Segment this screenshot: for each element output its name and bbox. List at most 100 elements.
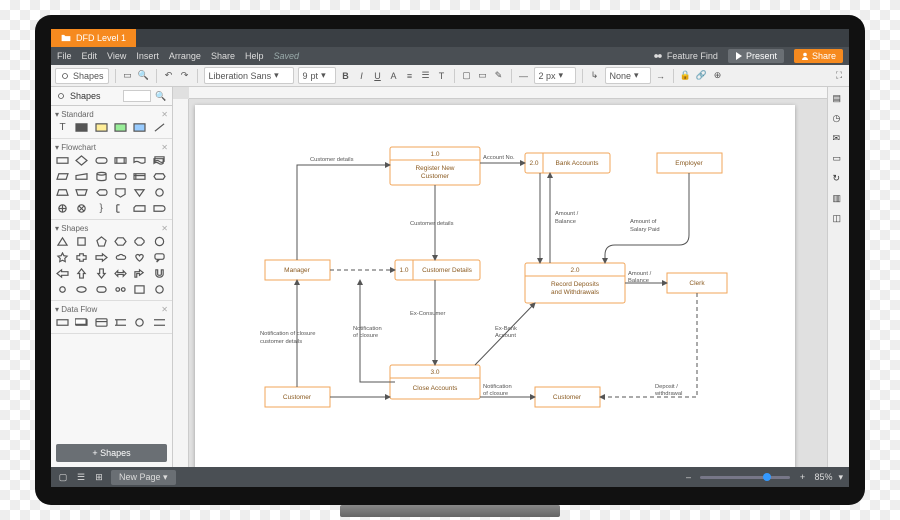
- page[interactable]: 1.0 Register New Customer 1.0 Customer D…: [195, 105, 795, 467]
- doc-icon[interactable]: ▢: [57, 471, 69, 483]
- font-select[interactable]: Liberation Sans ▾: [204, 67, 294, 84]
- shape-note-green[interactable]: [113, 121, 128, 134]
- flow-dashed[interactable]: [600, 293, 697, 397]
- shape-leftarrow[interactable]: [55, 267, 70, 280]
- shape-df-datastore[interactable]: [113, 316, 128, 329]
- arrow-style-select[interactable]: None ▾: [605, 67, 651, 84]
- chevron-down-icon[interactable]: ▾: [838, 472, 843, 483]
- magnet-icon[interactable]: ⊕: [712, 70, 724, 82]
- diagram[interactable]: 1.0 Register New Customer 1.0 Customer D…: [195, 105, 795, 467]
- shape-doublearrow[interactable]: [113, 267, 128, 280]
- search-icon[interactable]: 🔍: [155, 90, 167, 102]
- shape-trap[interactable]: [55, 186, 70, 199]
- shape-more5[interactable]: [132, 283, 147, 296]
- shape-line[interactable]: [152, 121, 167, 134]
- close-icon[interactable]: ✕: [161, 110, 168, 119]
- panel-master-icon[interactable]: ◫: [833, 213, 845, 225]
- process-register[interactable]: 1.0 Register New Customer: [390, 147, 480, 185]
- shape-bend[interactable]: [132, 267, 147, 280]
- zoom-slider[interactable]: [700, 476, 790, 479]
- connector-icon[interactable]: ↳: [589, 70, 601, 82]
- valign-icon[interactable]: ☰: [420, 70, 432, 82]
- shape-rightarrow[interactable]: [94, 251, 109, 264]
- italic-button[interactable]: I: [356, 70, 368, 82]
- shape-hex[interactable]: [152, 170, 167, 183]
- undo-icon[interactable]: ↶: [163, 70, 175, 82]
- panel-layers-icon[interactable]: ▥: [833, 193, 845, 205]
- flow[interactable]: [297, 165, 390, 260]
- shape-input[interactable]: [74, 170, 89, 183]
- shape-document[interactable]: [132, 154, 147, 167]
- shape-note2[interactable]: [113, 202, 128, 215]
- shape-directdata[interactable]: [113, 170, 128, 183]
- shape-ushape[interactable]: [152, 267, 167, 280]
- close-icon[interactable]: ✕: [161, 305, 168, 314]
- shape-multidoc[interactable]: [152, 154, 167, 167]
- shape-text[interactable]: T: [55, 121, 70, 134]
- border-width-select[interactable]: 2 px ▾: [534, 67, 576, 84]
- share-button[interactable]: Share: [794, 49, 843, 63]
- menu-view[interactable]: View: [107, 51, 126, 61]
- zoom-out-icon[interactable]: –: [682, 471, 694, 483]
- shape-offpage[interactable]: [113, 186, 128, 199]
- group-flowchart-label[interactable]: Flowchart: [61, 143, 96, 152]
- shape-merge[interactable]: [132, 186, 147, 199]
- shape-triangle[interactable]: [55, 235, 70, 248]
- shape-delay[interactable]: [152, 202, 167, 215]
- present-button[interactable]: Present: [728, 49, 784, 63]
- panel-style-icon[interactable]: ▤: [833, 93, 845, 105]
- shape-more6[interactable]: [152, 283, 167, 296]
- shape-brace[interactable]: }: [94, 202, 109, 215]
- shape-internal[interactable]: [132, 170, 147, 183]
- shape-or[interactable]: [55, 202, 70, 215]
- panel-present-icon[interactable]: ▭: [833, 153, 845, 165]
- shape-df-external2[interactable]: [74, 316, 89, 329]
- shape-terminator[interactable]: [94, 154, 109, 167]
- shape-df-external[interactable]: [55, 316, 70, 329]
- shape-heart[interactable]: [132, 251, 147, 264]
- shape-more2[interactable]: [74, 283, 89, 296]
- shape-connector[interactable]: [152, 186, 167, 199]
- shape-circle[interactable]: [152, 235, 167, 248]
- close-icon[interactable]: ✕: [161, 224, 168, 233]
- grid-icon[interactable]: ⊞: [93, 471, 105, 483]
- paint-icon[interactable]: ✎: [493, 70, 505, 82]
- shape-hotspot[interactable]: [132, 121, 147, 134]
- shape-card[interactable]: [132, 202, 147, 215]
- shape-uparrow[interactable]: [74, 267, 89, 280]
- redo-icon[interactable]: ↷: [179, 70, 191, 82]
- close-icon[interactable]: ✕: [161, 143, 168, 152]
- lock-icon[interactable]: 🔒: [680, 70, 692, 82]
- shape-trap2[interactable]: [74, 186, 89, 199]
- feature-find[interactable]: Feature Find: [653, 51, 718, 61]
- panel-history-icon[interactable]: ↻: [833, 173, 845, 185]
- group-standard-label[interactable]: Standard: [61, 110, 93, 119]
- shape-more1[interactable]: [55, 283, 70, 296]
- group-dataflow-label[interactable]: Data Flow: [61, 305, 97, 314]
- shape-more4[interactable]: [113, 283, 128, 296]
- shape-decision[interactable]: [74, 154, 89, 167]
- document-tab[interactable]: DFD Level 1: [51, 29, 136, 47]
- fill-color-button[interactable]: ▢: [461, 70, 473, 82]
- shape-star[interactable]: [55, 251, 70, 264]
- shape-cloud[interactable]: [113, 251, 128, 264]
- zoom-in-icon[interactable]: +: [796, 471, 808, 483]
- align-icon[interactable]: ≡: [404, 70, 416, 82]
- bold-button[interactable]: B: [340, 70, 352, 82]
- process-bank[interactable]: 2.0 Bank Accounts: [525, 153, 610, 173]
- shape-square[interactable]: [74, 235, 89, 248]
- shape-downarrow[interactable]: [94, 267, 109, 280]
- shape-block[interactable]: [74, 121, 89, 134]
- shape-octagon[interactable]: [132, 235, 147, 248]
- shape-df-process[interactable]: [94, 316, 109, 329]
- canvas[interactable]: 1.0 Register New Customer 1.0 Customer D…: [173, 87, 827, 467]
- flow[interactable]: [605, 173, 689, 263]
- menu-arrange[interactable]: Arrange: [169, 51, 201, 61]
- shape-sum[interactable]: [74, 202, 89, 215]
- shape-callout[interactable]: [152, 251, 167, 264]
- border-color-button[interactable]: ▭: [477, 70, 489, 82]
- search-icon[interactable]: 🔍: [138, 70, 150, 82]
- shape-note[interactable]: [94, 121, 109, 134]
- process-close[interactable]: 3.0 Close Accounts: [390, 365, 480, 399]
- underline-button[interactable]: U: [372, 70, 384, 82]
